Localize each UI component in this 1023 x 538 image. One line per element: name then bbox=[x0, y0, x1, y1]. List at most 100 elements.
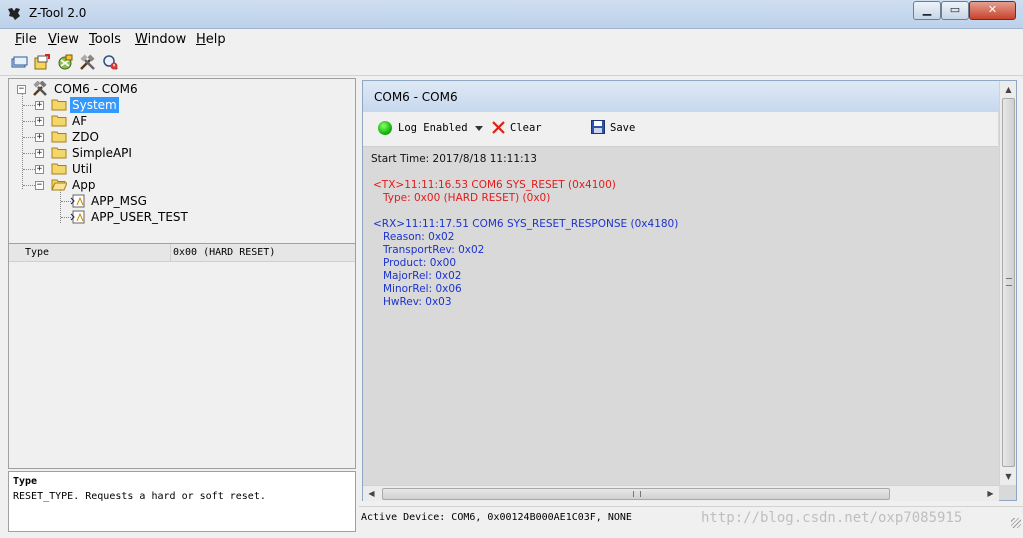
log-tx-field: Type: 0x00 (HARD RESET) (0x0) bbox=[383, 192, 551, 204]
vertical-scroll-thumb[interactable] bbox=[1002, 98, 1015, 467]
menu-help[interactable]: Help bbox=[196, 32, 226, 47]
description-text: RESET_TYPE. Requests a hard or soft rese… bbox=[13, 491, 266, 502]
expand-icon[interactable]: + bbox=[35, 165, 44, 174]
active-device-status: Active Device: COM6, 0x00124B000AE1C03F,… bbox=[361, 512, 632, 523]
save-button[interactable]: Save bbox=[610, 122, 635, 134]
save-icon[interactable] bbox=[591, 120, 605, 134]
menu-file-rest: ile bbox=[21, 32, 37, 47]
horizontal-scrollbar[interactable]: ◀ ▶ bbox=[363, 485, 999, 501]
tree-folder-simpleapi[interactable]: + SimpleAPI bbox=[9, 145, 209, 161]
expand-icon[interactable]: + bbox=[35, 117, 44, 126]
open-device-icon[interactable] bbox=[11, 54, 28, 71]
log-rx-field: TransportRev: 0x02 bbox=[383, 244, 485, 256]
message-icon bbox=[70, 210, 85, 224]
log-rx-field: MajorRel: 0x02 bbox=[383, 270, 462, 282]
tree-item-app-user-test[interactable]: APP_USER_TEST bbox=[9, 209, 249, 225]
clear-icon[interactable] bbox=[491, 120, 506, 135]
status-bar: Active Device: COM6, 0x00124B000AE1C03F,… bbox=[359, 506, 1023, 530]
scroll-down-icon[interactable]: ▼ bbox=[1000, 468, 1017, 485]
tree-folder-label: System bbox=[70, 97, 119, 113]
log-rx-field: HwRev: 0x03 bbox=[383, 296, 452, 308]
collapse-icon[interactable]: − bbox=[35, 181, 44, 190]
menu-help-rest: elp bbox=[205, 32, 226, 47]
device-tools-icon bbox=[33, 81, 47, 96]
collapse-icon[interactable]: − bbox=[17, 85, 26, 94]
expand-icon[interactable]: + bbox=[35, 149, 44, 158]
tree-guide bbox=[23, 185, 35, 186]
menu-view-accel: V bbox=[48, 32, 57, 47]
tree-guide bbox=[23, 153, 35, 154]
grip-icon bbox=[1006, 278, 1012, 286]
tools-icon[interactable] bbox=[79, 54, 96, 71]
right-panel: COM6 - COM6 Log Enabled Clear Save Start… bbox=[359, 76, 1023, 538]
log-output[interactable]: Start Time: 2017/8/18 11:11:13 <TX>11:11… bbox=[371, 149, 998, 479]
tree-folder-zdo[interactable]: + ZDO bbox=[9, 129, 209, 145]
log-tx-header: <TX>11:11:16.53 COM6 SYS_RESET (0x4100) bbox=[373, 179, 616, 191]
folder-icon bbox=[51, 131, 67, 143]
horizontal-scroll-thumb[interactable] bbox=[382, 488, 890, 500]
property-value[interactable]: 0x00 (HARD RESET) bbox=[173, 247, 275, 258]
document-title: COM6 - COM6 bbox=[374, 90, 458, 104]
scroll-left-icon[interactable]: ◀ bbox=[363, 486, 380, 502]
menu-view[interactable]: View bbox=[48, 32, 79, 47]
tree-guide bbox=[23, 105, 35, 106]
menu-view-rest: iew bbox=[56, 32, 79, 47]
clear-button[interactable]: Clear bbox=[510, 122, 542, 134]
minimize-icon: ▁ bbox=[922, 3, 932, 16]
menu-window-rest: indow bbox=[147, 32, 187, 47]
document-title-bar[interactable]: COM6 - COM6 bbox=[363, 81, 1016, 112]
left-panel: − COM6 - COM6 + System + AF + ZDO + Simp… bbox=[0, 76, 359, 538]
expand-icon[interactable]: + bbox=[35, 133, 44, 142]
log-enabled-indicator-icon[interactable] bbox=[378, 121, 392, 135]
scroll-up-icon[interactable]: ▲ bbox=[1000, 81, 1017, 98]
app-logo-icon bbox=[8, 8, 20, 20]
minimize-button[interactable]: ▁ bbox=[913, 1, 941, 20]
tree-folder-label: SimpleAPI bbox=[72, 146, 132, 160]
folder-icon bbox=[51, 147, 67, 159]
tree-item-app-msg[interactable]: APP_MSG bbox=[9, 193, 229, 209]
resize-grip-icon[interactable] bbox=[1011, 518, 1021, 528]
close-button[interactable]: ✕ bbox=[969, 1, 1016, 20]
maximize-icon: ▭ bbox=[949, 3, 961, 16]
column-divider[interactable] bbox=[170, 244, 171, 262]
menu-file[interactable]: File bbox=[15, 32, 37, 47]
search-icon[interactable] bbox=[102, 54, 119, 71]
tree-root[interactable]: − COM6 - COM6 bbox=[9, 81, 209, 97]
vertical-scrollbar[interactable]: ▲ ▼ bbox=[999, 81, 1016, 485]
folder-icon bbox=[51, 115, 67, 127]
window-title: Z-Tool 2.0 bbox=[29, 6, 87, 20]
property-name: Type bbox=[25, 247, 50, 258]
log-rx-header: <RX>11:11:17.51 COM6 SYS_RESET_RESPONSE … bbox=[373, 218, 679, 230]
tree-folder-label: App bbox=[72, 178, 96, 192]
menu-bar: File View Tools Window Help bbox=[0, 29, 1023, 50]
log-enabled-button[interactable]: Log Enabled bbox=[398, 122, 468, 134]
tree-folder-system[interactable]: + System bbox=[9, 97, 209, 113]
log-options-dropdown-icon[interactable] bbox=[475, 126, 483, 131]
property-row[interactable]: Type 0x00 (HARD RESET) bbox=[9, 244, 355, 262]
message-icon bbox=[70, 194, 85, 208]
tree-item-label: APP_USER_TEST bbox=[91, 210, 188, 224]
configure-icon[interactable] bbox=[57, 54, 74, 71]
close-icon: ✕ bbox=[987, 3, 998, 16]
menu-tools[interactable]: Tools bbox=[89, 32, 121, 47]
grip-icon bbox=[633, 491, 641, 497]
scroll-right-icon[interactable]: ▶ bbox=[982, 486, 999, 502]
tree-folder-app[interactable]: − App bbox=[9, 177, 209, 193]
new-device-icon[interactable] bbox=[33, 54, 50, 71]
property-description: Type RESET_TYPE. Requests a hard or soft… bbox=[8, 471, 356, 532]
menu-window-accel: W bbox=[135, 32, 148, 47]
tree-root-label: COM6 - COM6 bbox=[54, 82, 138, 96]
log-rx-field: MinorRel: 0x06 bbox=[383, 283, 462, 295]
tree-folder-label: Util bbox=[72, 162, 93, 176]
open-folder-icon bbox=[51, 179, 67, 191]
tree-folder-util[interactable]: + Util bbox=[9, 161, 209, 177]
property-grid: Type 0x00 (HARD RESET) bbox=[8, 243, 356, 469]
tree-folder-af[interactable]: + AF bbox=[9, 113, 209, 129]
log-toolbar: Log Enabled Clear Save bbox=[363, 112, 998, 147]
tree-folder-label: ZDO bbox=[72, 130, 99, 144]
expand-icon[interactable]: + bbox=[35, 101, 44, 110]
menu-window[interactable]: Window bbox=[135, 32, 186, 47]
tree-guide bbox=[23, 137, 35, 138]
maximize-button[interactable]: ▭ bbox=[941, 1, 969, 20]
tree-folder-label: AF bbox=[72, 114, 88, 128]
